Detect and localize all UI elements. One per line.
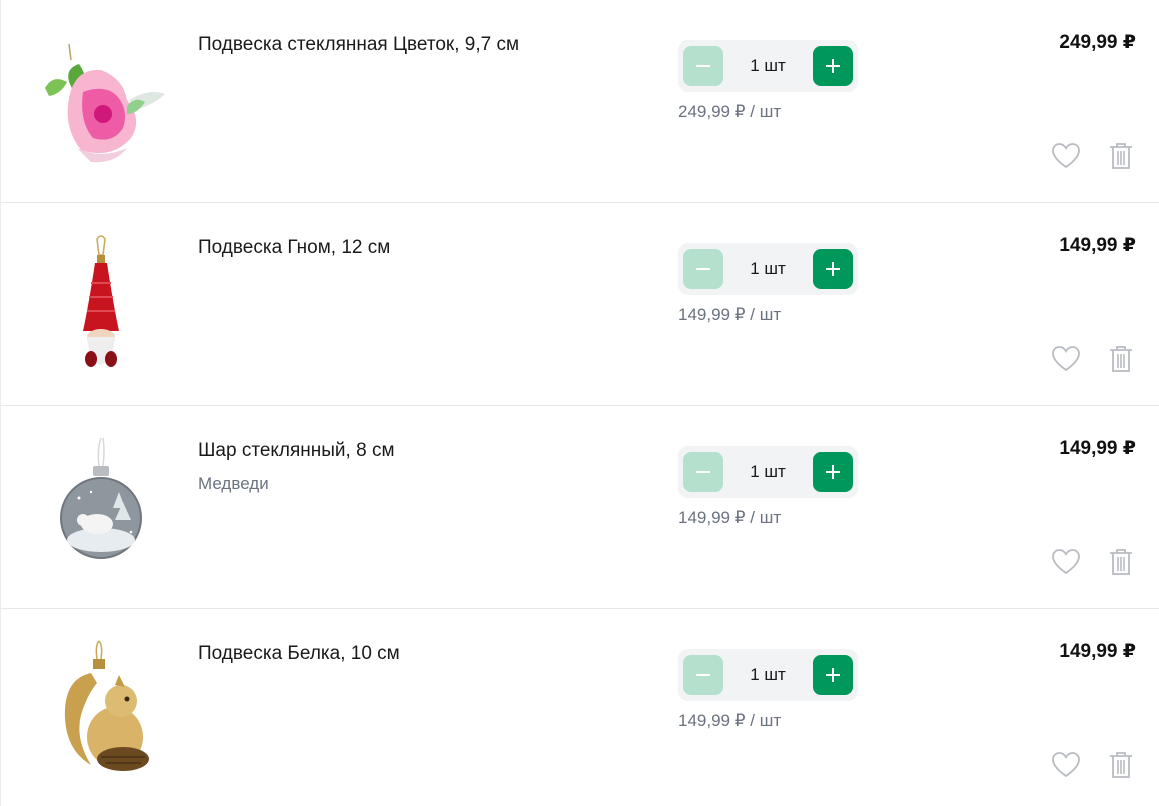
increase-quantity-button[interactable] — [813, 655, 853, 695]
increase-quantity-button[interactable] — [813, 249, 853, 289]
remove-item-button[interactable] — [1108, 750, 1134, 780]
minus-icon — [696, 674, 710, 676]
add-to-favorites-button[interactable] — [1051, 142, 1081, 170]
unit-price: 149,99 ₽ / шт — [678, 508, 782, 527]
item-total-price: 249,99 ₽ — [1059, 32, 1136, 53]
heart-icon — [1052, 752, 1080, 778]
cart-items-list: Подвеска стеклянная Цветок, 9,7 см 1 шт … — [0, 0, 1159, 806]
quantity-stepper: 1 шт — [678, 446, 858, 498]
gnome-ornament-image[interactable] — [31, 233, 171, 373]
quantity-value[interactable]: 1 шт — [728, 446, 808, 498]
product-variant: Медведи — [198, 474, 269, 493]
quantity-value[interactable]: 1 шт — [728, 649, 808, 701]
unit-price: 249,99 ₽ / шт — [678, 102, 782, 121]
plus-icon — [826, 668, 840, 682]
trash-icon — [1110, 549, 1132, 575]
trash-icon — [1110, 143, 1132, 169]
cart-item-row: Подвеска стеклянная Цветок, 9,7 см 1 шт … — [1, 0, 1159, 203]
unit-price: 149,99 ₽ / шт — [678, 305, 782, 324]
minus-icon — [696, 471, 710, 473]
minus-icon — [696, 65, 710, 67]
heart-icon — [1052, 346, 1080, 372]
heart-icon — [1052, 143, 1080, 169]
decrease-quantity-button[interactable] — [683, 452, 723, 492]
product-name[interactable]: Шар стеклянный, 8 см — [198, 440, 395, 462]
flower-ornament-image[interactable] — [31, 30, 171, 170]
item-total-price: 149,99 ₽ — [1059, 641, 1136, 662]
product-name[interactable]: Подвеска Белка, 10 см — [198, 643, 400, 665]
remove-item-button[interactable] — [1108, 547, 1134, 577]
quantity-stepper: 1 шт — [678, 649, 858, 701]
increase-quantity-button[interactable] — [813, 46, 853, 86]
unit-price: 149,99 ₽ / шт — [678, 711, 782, 730]
quantity-stepper: 1 шт — [678, 243, 858, 295]
minus-icon — [696, 268, 710, 270]
remove-item-button[interactable] — [1108, 344, 1134, 374]
add-to-favorites-button[interactable] — [1051, 751, 1081, 779]
product-name[interactable]: Подвеска стеклянная Цветок, 9,7 см — [198, 34, 519, 56]
add-to-favorites-button[interactable] — [1051, 548, 1081, 576]
trash-icon — [1110, 346, 1132, 372]
glass-ball-bears-image[interactable] — [31, 436, 171, 576]
product-name[interactable]: Подвеска Гном, 12 см — [198, 237, 390, 259]
plus-icon — [826, 465, 840, 479]
plus-icon — [826, 262, 840, 276]
decrease-quantity-button[interactable] — [683, 249, 723, 289]
increase-quantity-button[interactable] — [813, 452, 853, 492]
quantity-value[interactable]: 1 шт — [728, 40, 808, 92]
cart-item-row: Подвеска Гном, 12 см 1 шт 149,99 ₽ / шт … — [1, 203, 1159, 406]
squirrel-ornament-image[interactable] — [31, 639, 171, 779]
add-to-favorites-button[interactable] — [1051, 345, 1081, 373]
cart-item-row: Подвеска Белка, 10 см 1 шт 149,99 ₽ / шт… — [1, 609, 1159, 806]
decrease-quantity-button[interactable] — [683, 46, 723, 86]
plus-icon — [826, 59, 840, 73]
quantity-value[interactable]: 1 шт — [728, 243, 808, 295]
quantity-stepper: 1 шт — [678, 40, 858, 92]
decrease-quantity-button[interactable] — [683, 655, 723, 695]
item-total-price: 149,99 ₽ — [1059, 235, 1136, 256]
item-total-price: 149,99 ₽ — [1059, 438, 1136, 459]
trash-icon — [1110, 752, 1132, 778]
remove-item-button[interactable] — [1108, 141, 1134, 171]
cart-item-row: Шар стеклянный, 8 см Медведи 1 шт 149,99… — [1, 406, 1159, 609]
heart-icon — [1052, 549, 1080, 575]
